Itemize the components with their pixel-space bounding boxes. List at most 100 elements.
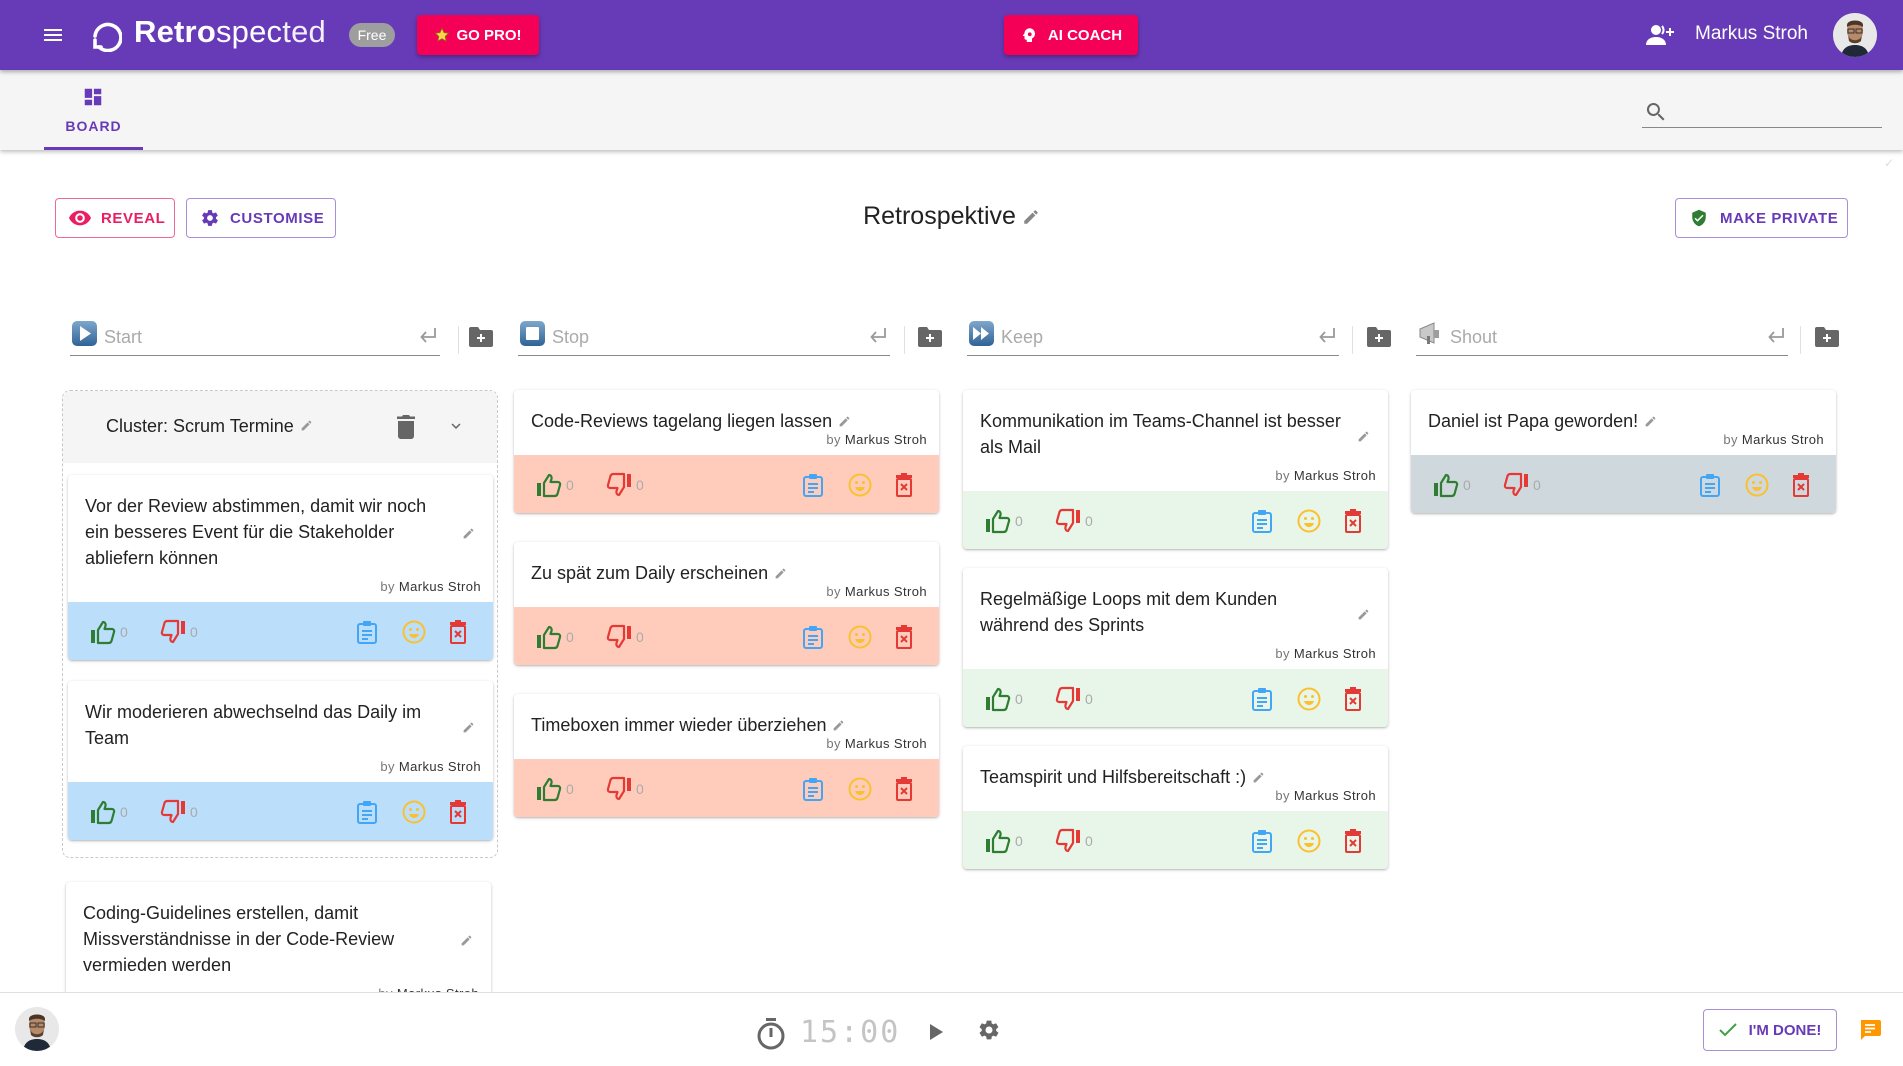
- participant-avatar[interactable]: [15, 1007, 59, 1051]
- action-item-button[interactable]: [1251, 507, 1273, 535]
- user-name[interactable]: Markus Stroh: [1695, 23, 1808, 45]
- dislike-button[interactable]: 0: [606, 471, 644, 499]
- search-field[interactable]: [1642, 96, 1882, 128]
- add-group-folder-icon[interactable]: [1815, 327, 1841, 351]
- action-item-button[interactable]: [1699, 471, 1721, 499]
- action-item-button[interactable]: [1251, 685, 1273, 713]
- dislike-button[interactable]: 0: [1055, 827, 1093, 855]
- add-group-folder-icon[interactable]: [1367, 327, 1393, 351]
- invite-user-icon[interactable]: [1645, 23, 1675, 47]
- edit-icon[interactable]: [1357, 608, 1370, 621]
- user-avatar[interactable]: [1833, 13, 1877, 57]
- reaction-button[interactable]: [848, 775, 872, 803]
- tab-board[interactable]: BOARD: [44, 70, 143, 150]
- edit-title-icon[interactable]: [1022, 208, 1040, 226]
- post-text[interactable]: Vor der Review abstimmen, damit wir noch…: [85, 496, 426, 568]
- edit-icon[interactable]: [300, 419, 313, 432]
- delete-post-button[interactable]: [895, 471, 913, 499]
- brand-name[interactable]: Retrospected: [134, 14, 326, 50]
- edit-icon[interactable]: [1252, 771, 1265, 784]
- enter-icon[interactable]: [868, 327, 888, 345]
- play-icon[interactable]: [928, 1023, 944, 1041]
- dislike-button[interactable]: 0: [606, 775, 644, 803]
- ai-coach-button[interactable]: AI COACH: [1004, 15, 1138, 55]
- edit-icon[interactable]: [460, 934, 473, 947]
- reaction-button[interactable]: [1297, 685, 1321, 713]
- make-private-button[interactable]: MAKE PRIVATE: [1675, 198, 1848, 238]
- like-button[interactable]: 0: [985, 685, 1023, 713]
- chevron-down-icon[interactable]: [447, 417, 465, 435]
- delete-post-button[interactable]: [449, 798, 467, 826]
- like-button[interactable]: 0: [90, 618, 128, 646]
- delete-cluster-icon[interactable]: [396, 415, 416, 439]
- like-button[interactable]: 0: [536, 623, 574, 651]
- delete-post-button[interactable]: [1344, 827, 1362, 855]
- post-text[interactable]: Code-Reviews tagelang liegen lassen: [531, 411, 832, 431]
- edit-icon[interactable]: [462, 527, 475, 540]
- post-text[interactable]: Timeboxen immer wieder überziehen: [531, 715, 826, 735]
- post-text[interactable]: Kommunikation im Teams-Channel ist besse…: [980, 411, 1341, 457]
- edit-icon[interactable]: [1644, 415, 1657, 428]
- enter-icon[interactable]: [1766, 327, 1786, 345]
- post-text[interactable]: Zu spät zum Daily erscheinen: [531, 563, 768, 583]
- dislike-button[interactable]: 0: [160, 798, 198, 826]
- board-title-text[interactable]: Retrospektive: [863, 202, 1016, 230]
- reaction-button[interactable]: [1297, 827, 1321, 855]
- add-group-folder-icon[interactable]: [469, 327, 495, 351]
- im-done-button[interactable]: I'M DONE!: [1703, 1009, 1837, 1051]
- delete-post-button[interactable]: [1344, 685, 1362, 713]
- reaction-button[interactable]: [848, 471, 872, 499]
- action-item-button[interactable]: [802, 775, 824, 803]
- delete-post-button[interactable]: [1344, 507, 1362, 535]
- edit-icon[interactable]: [462, 721, 475, 734]
- action-item-button[interactable]: [356, 618, 378, 646]
- post-text[interactable]: Wir moderieren abwechselnd das Daily im …: [85, 702, 421, 748]
- edit-icon[interactable]: [832, 719, 845, 732]
- cluster-title[interactable]: Cluster: Scrum Termine: [106, 416, 313, 437]
- action-item-button[interactable]: [802, 471, 824, 499]
- like-button[interactable]: 0: [1433, 471, 1471, 499]
- go-pro-button[interactable]: GO PRO!: [417, 15, 539, 55]
- action-item-button[interactable]: [802, 623, 824, 651]
- timer-settings-gear-icon[interactable]: [977, 1018, 1001, 1042]
- dislike-button[interactable]: 0: [606, 623, 644, 651]
- delete-post-button[interactable]: [449, 618, 467, 646]
- edit-icon[interactable]: [774, 567, 787, 580]
- enter-icon[interactable]: [1317, 327, 1337, 345]
- dislike-button[interactable]: 0: [1055, 507, 1093, 535]
- delete-post-button[interactable]: [895, 775, 913, 803]
- retrospected-logo-icon[interactable]: [90, 18, 122, 52]
- like-button[interactable]: 0: [985, 507, 1023, 535]
- post-text[interactable]: Daniel ist Papa geworden!: [1428, 411, 1638, 431]
- new-post-input-keep[interactable]: [1001, 320, 1291, 354]
- search-input[interactable]: [1674, 96, 1879, 126]
- enter-icon[interactable]: [418, 327, 438, 345]
- chat-icon[interactable]: [1858, 1018, 1882, 1042]
- delete-post-button[interactable]: [895, 623, 913, 651]
- edit-icon[interactable]: [1357, 430, 1370, 443]
- new-post-input-stop[interactable]: [552, 320, 842, 354]
- post-text[interactable]: Coding-Guidelines erstellen, damit Missv…: [83, 903, 394, 975]
- reaction-button[interactable]: [402, 618, 426, 646]
- action-item-button[interactable]: [356, 798, 378, 826]
- add-group-folder-icon[interactable]: [918, 327, 944, 351]
- like-button[interactable]: 0: [985, 827, 1023, 855]
- menu-icon[interactable]: [40, 23, 66, 47]
- post-text[interactable]: Regelmäßige Loops mit dem Kunden während…: [980, 589, 1277, 635]
- dislike-button[interactable]: 0: [1055, 685, 1093, 713]
- like-button[interactable]: 0: [90, 798, 128, 826]
- action-item-button[interactable]: [1251, 827, 1273, 855]
- edit-icon[interactable]: [838, 415, 851, 428]
- dislike-button[interactable]: 0: [1503, 471, 1541, 499]
- new-post-input-start[interactable]: [104, 320, 394, 354]
- reaction-button[interactable]: [1745, 471, 1769, 499]
- new-post-input-shout[interactable]: [1450, 320, 1740, 354]
- delete-post-button[interactable]: [1792, 471, 1810, 499]
- reaction-button[interactable]: [1297, 507, 1321, 535]
- reaction-button[interactable]: [402, 798, 426, 826]
- reaction-button[interactable]: [848, 623, 872, 651]
- post-text[interactable]: Teamspirit und Hilfsbereitschaft :): [980, 767, 1246, 787]
- like-button[interactable]: 0: [536, 775, 574, 803]
- dislike-button[interactable]: 0: [160, 618, 198, 646]
- like-button[interactable]: 0: [536, 471, 574, 499]
